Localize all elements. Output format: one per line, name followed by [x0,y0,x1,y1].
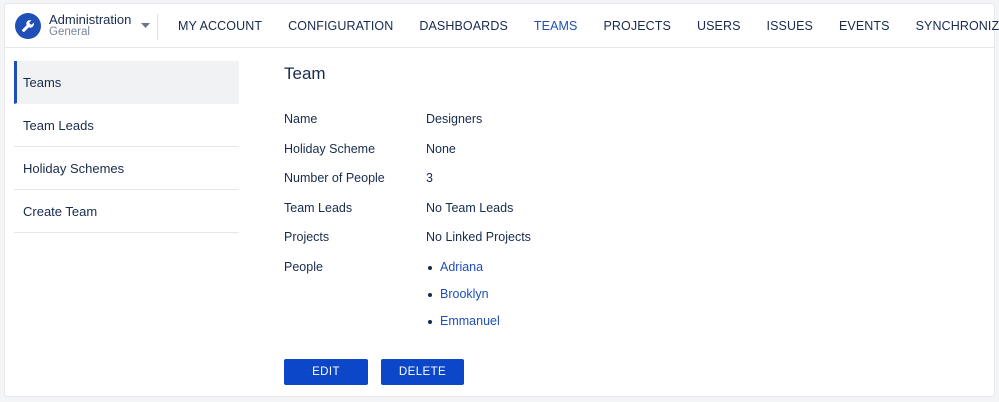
bullet [428,320,432,324]
nav-divider [157,14,158,40]
sidebar-item-team-leads[interactable]: Team Leads [14,104,239,147]
nav-issues[interactable]: ISSUES [767,19,813,33]
page-title: Team [284,64,326,83]
wrench-icon [15,13,41,39]
sidebar-item-holiday-schemes[interactable]: Holiday Schemes [14,147,239,190]
nav-teams[interactable]: TEAMS [534,19,578,33]
app-title: Administration [49,12,132,27]
top-navigation-bar: Administration General MY ACCOUNT CONFIG… [5,4,999,48]
app-frame: Administration General MY ACCOUNT CONFIG… [4,3,999,397]
field-value-name: Designers [426,112,483,126]
field-value-number-of-people: 3 [426,171,433,185]
field-value-projects: No Linked Projects [426,230,531,244]
field-label-holiday-scheme: Holiday Scheme [284,142,376,156]
nav-events[interactable]: EVENTS [839,19,890,33]
nav-my-account[interactable]: MY ACCOUNT [178,19,262,33]
field-label-team-leads: Team Leads [284,201,353,215]
field-label-projects: Projects [284,230,330,244]
people-list: Adriana Brooklyn Emmanuel [426,260,500,341]
nav-configuration[interactable]: CONFIGURATION [288,19,393,33]
app-subtitle: General [49,26,90,38]
person-link-adriana[interactable]: Adriana [440,260,483,274]
bullet [428,266,432,270]
app-switcher[interactable]: Administration General [15,11,151,41]
nav-synchronization[interactable]: SYNCHRONIZATION [916,19,999,33]
field-label-people: People [284,260,323,274]
list-item: Emmanuel [426,314,500,341]
chevron-down-icon[interactable] [141,23,151,29]
app-title-block: Administration General [49,13,131,39]
sidebar: Teams Team Leads Holiday Schemes Create … [14,61,239,233]
main-nav: MY ACCOUNT CONFIGURATION DASHBOARDS TEAM… [165,4,999,48]
field-value-holiday-scheme: None [426,142,456,156]
person-link-emmanuel[interactable]: Emmanuel [440,314,500,328]
sidebar-item-create-team[interactable]: Create Team [14,190,239,233]
list-item: Brooklyn [426,287,500,314]
field-label-name: Name [284,112,318,126]
bullet [428,293,432,297]
delete-button[interactable]: DELETE [381,359,464,385]
edit-button[interactable]: EDIT [284,359,368,385]
list-item: Adriana [426,260,500,287]
field-label-number-of-people: Number of People [284,171,385,185]
field-value-team-leads: No Team Leads [426,201,514,215]
nav-users[interactable]: USERS [697,19,741,33]
nav-projects[interactable]: PROJECTS [603,19,670,33]
sidebar-item-teams[interactable]: Teams [14,61,239,104]
person-link-brooklyn[interactable]: Brooklyn [440,287,489,301]
nav-dashboards[interactable]: DASHBOARDS [419,19,508,33]
